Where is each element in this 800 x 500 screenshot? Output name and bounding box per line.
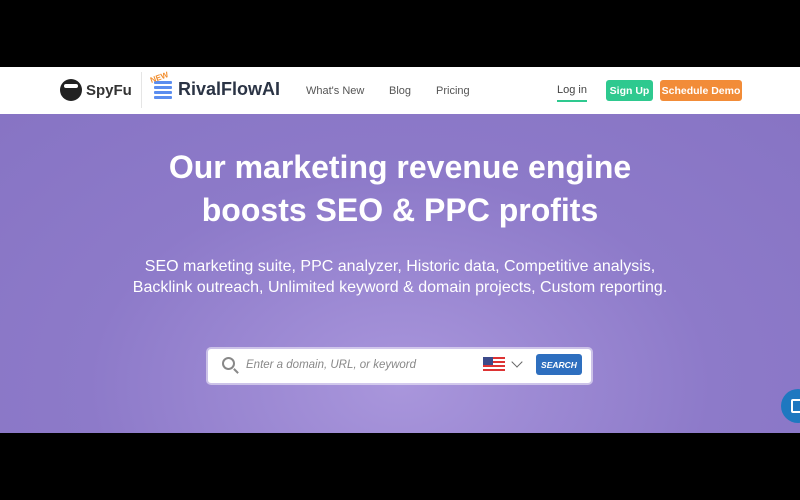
- search-icon: [222, 357, 235, 370]
- us-flag-icon[interactable]: [483, 357, 505, 372]
- hero-subtitle: SEO marketing suite, PPC analyzer, Histo…: [132, 258, 668, 296]
- nav-blog[interactable]: Blog: [389, 85, 411, 97]
- search-input[interactable]: Enter a domain, URL, or keyword: [246, 359, 416, 371]
- search-bar: Enter a domain, URL, or keyword SEARCH: [208, 349, 591, 383]
- rivalflow-logo[interactable]: NEW RivalFlowAI: [149, 70, 280, 100]
- chevron-down-icon[interactable]: [511, 356, 523, 368]
- nav-pricing[interactable]: Pricing: [436, 85, 470, 97]
- spyfu-logo[interactable]: SpyFu: [60, 79, 132, 101]
- schedule-demo-button[interactable]: Schedule Demo: [660, 80, 742, 101]
- signup-button[interactable]: Sign Up: [606, 80, 653, 101]
- nav-whats-new[interactable]: What's New: [306, 85, 364, 97]
- site-header: SpyFu NEW RivalFlowAI What's New Blog Pri…: [0, 67, 800, 114]
- divider: [141, 72, 142, 108]
- search-button[interactable]: SEARCH: [536, 354, 582, 375]
- hero-title: Our marketing revenue engine boosts SEO &…: [168, 149, 632, 228]
- login-link[interactable]: Log in: [557, 84, 587, 102]
- hero: Our marketing revenue engine boosts SEO &…: [0, 114, 800, 433]
- spy-icon: [60, 79, 82, 101]
